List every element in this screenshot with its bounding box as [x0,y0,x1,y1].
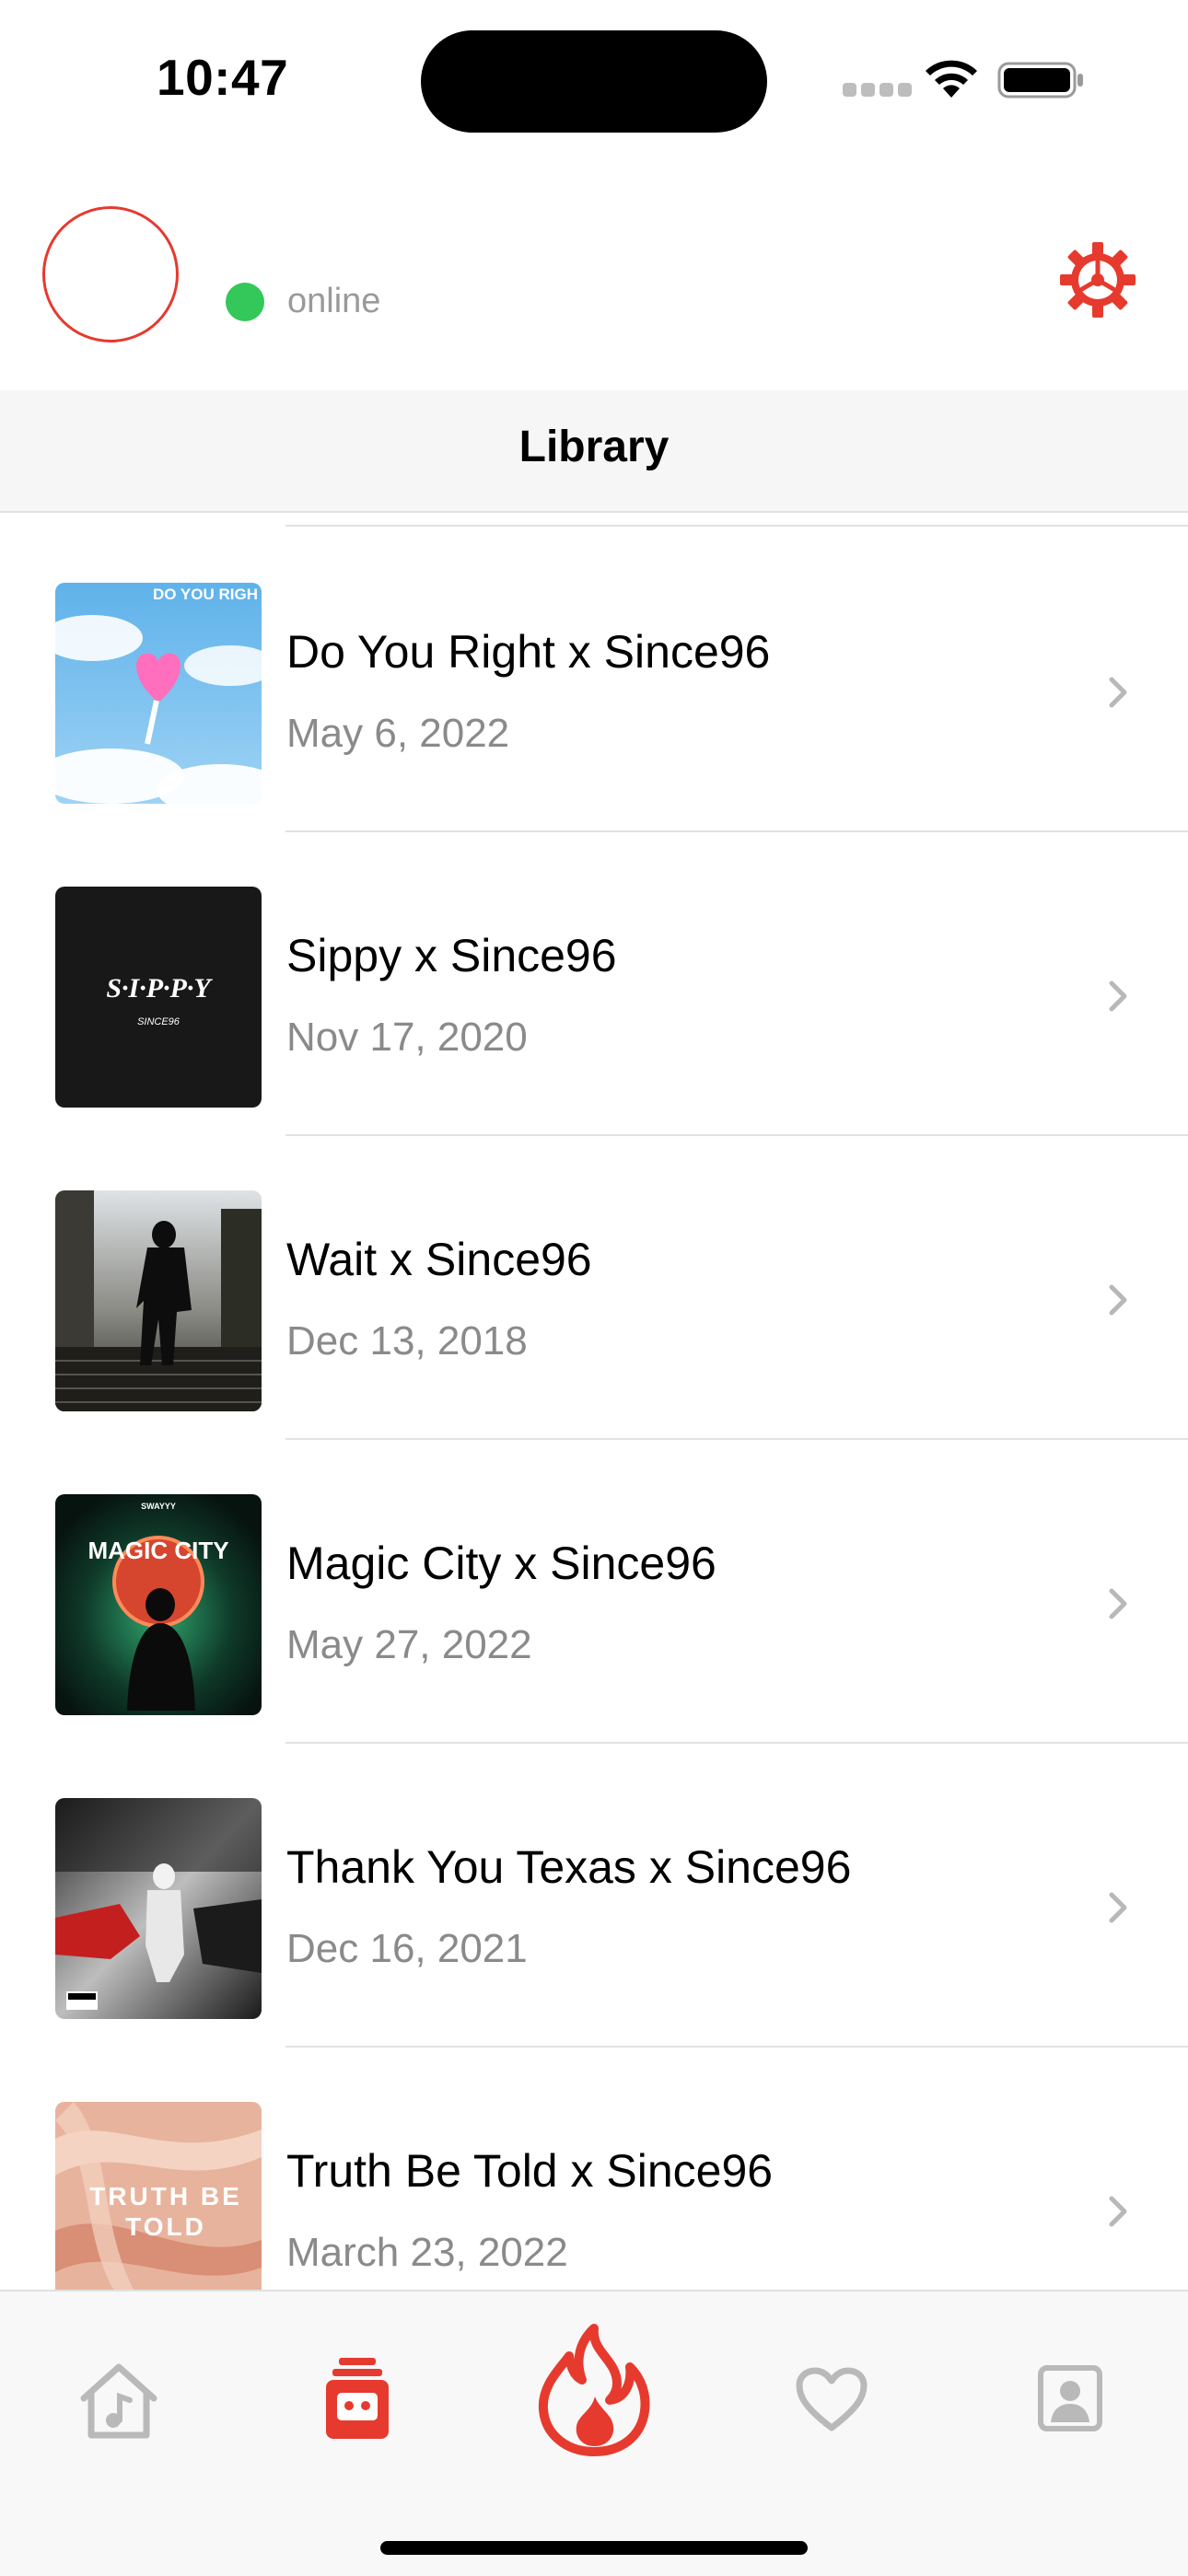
song-date: March 23, 2022 [286,2230,568,2275]
chevron-right-icon [1109,1284,1127,1316]
home-indicator [380,2541,808,2555]
online-status-dot [226,283,264,321]
album-art-thank-you-texas [55,1798,262,2019]
online-status-label: online [287,282,381,320]
library-item[interactable]: MAGIC CITY SWAYYY Magic City x Since96 M… [0,1440,1188,1744]
tab-bar [0,2290,1188,2576]
page-title: Library [518,423,670,471]
album-art-wait [55,1190,262,1411]
heart-icon[interactable] [796,2367,868,2433]
divider [285,525,1188,527]
home-music-icon[interactable] [76,2361,161,2441]
album-art-text-line2: TOLD [125,2212,206,2241]
library-item[interactable]: DO YOU RIGH Do You Right x Since96 May 6… [0,528,1188,832]
song-title: Thank You Texas x Since96 [286,1841,852,1893]
library-item[interactable]: Wait x Since96 Dec 13, 2018 [0,1136,1188,1440]
song-title: Magic City x Since96 [286,1537,716,1589]
library-item[interactable]: Thank You Texas x Since96 Dec 16, 2021 [0,1744,1188,2048]
song-date: May 27, 2022 [286,1622,532,1667]
song-date: Dec 16, 2021 [286,1926,528,1971]
chevron-right-icon [1109,1892,1127,1923]
album-art-sippy: S·I·P·P·Y SINCE96 [55,887,262,1108]
album-art-magic-city: MAGIC CITY SWAYYY [55,1494,262,1715]
chevron-right-icon [1109,677,1127,708]
library-item[interactable]: TRUTH BE TOLD Truth Be Told x Since96 Ma… [0,2048,1188,2290]
song-title: Do You Right x Since96 [286,626,771,678]
avatar[interactable] [42,206,179,342]
library-header: Library [0,390,1188,513]
flame-icon[interactable] [538,2323,650,2457]
album-art-text: MAGIC CITY [87,1537,228,1564]
song-title: Truth Be Told x Since96 [286,2145,774,2197]
song-title: Wait x Since96 [286,1234,592,1285]
library-item[interactable]: S·I·P·P·Y SINCE96 Sippy x Since96 Nov 17… [0,832,1188,1136]
wifi-icon [926,60,977,98]
album-art-text: DO YOU RIGH [153,586,258,603]
album-art-subtext: SINCE96 [137,1016,181,1027]
cellular-signal-icon [843,83,916,101]
album-art-text: TRUTH BE [89,2182,242,2210]
chevron-right-icon [1109,2196,1127,2227]
library-list[interactable]: DO YOU RIGH Do You Right x Since96 May 6… [0,513,1188,2290]
chevron-right-icon [1109,1588,1127,1619]
album-art-truth-be-told: TRUTH BE TOLD [55,2102,262,2290]
profile-icon[interactable] [1038,2365,1102,2431]
settings-gear-icon[interactable] [1058,240,1137,319]
album-art-text: S·I·P·P·Y [106,973,213,1004]
status-bar: 10:47 [0,0,1188,157]
library-icon[interactable] [326,2356,389,2441]
album-art-subtext: SWAYYY [141,1502,176,1511]
dynamic-island [421,30,767,133]
album-art-do-you-right: DO YOU RIGH [55,583,262,804]
status-time: 10:47 [157,49,289,106]
song-date: Dec 13, 2018 [286,1318,528,1363]
chevron-right-icon [1109,981,1127,1012]
song-date: May 6, 2022 [286,711,510,756]
battery-icon [997,62,1083,99]
song-date: Nov 17, 2020 [286,1015,528,1060]
song-title: Sippy x Since96 [286,930,617,981]
